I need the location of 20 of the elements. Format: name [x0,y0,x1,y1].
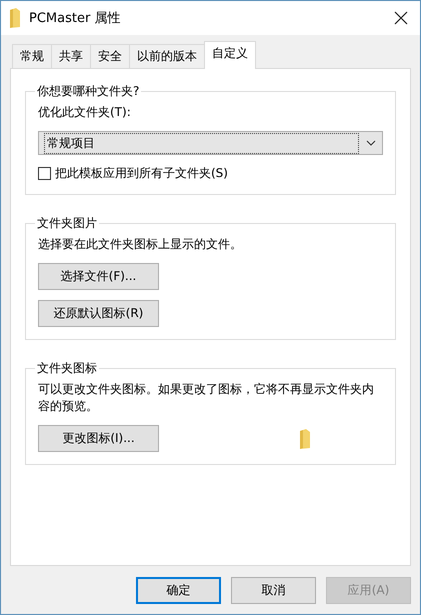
checkbox-label: 把此模板应用到所有子文件夹(S) [55,165,228,182]
group-title: 文件夹图片 [36,215,98,232]
field-label: 优化此文件夹(T): [38,104,132,121]
folder-preview-icon [299,428,311,450]
group-title: 文件夹图标 [36,360,98,377]
tab[interactable]: 常规 [12,44,52,68]
checkbox[interactable] [38,167,51,180]
description-text: 选择要在此文件夹图标上显示的文件。 [38,236,243,253]
description-text: 可以更改文件夹图标。如果更改了图标，它将不再显示文件夹内容的预览。 [38,381,375,415]
group-title: 你想要哪种文件夹? [36,83,140,100]
folder-icon [9,7,21,29]
change-icon-button[interactable]: 更改图标(I)... [38,425,159,452]
chevron-icon [366,140,376,146]
dropdown[interactable]: 常规项目 [38,131,383,155]
action-button[interactable]: 还原默认图标(R) [38,300,159,327]
window-title: PCMaster 属性 [29,10,122,27]
dialog-button[interactable]: 确定 [136,577,221,604]
action-button[interactable]: 选择文件(F)... [38,263,159,290]
dialog-button[interactable]: 取消 [231,577,316,604]
tab[interactable]: 自定义 [204,41,256,69]
